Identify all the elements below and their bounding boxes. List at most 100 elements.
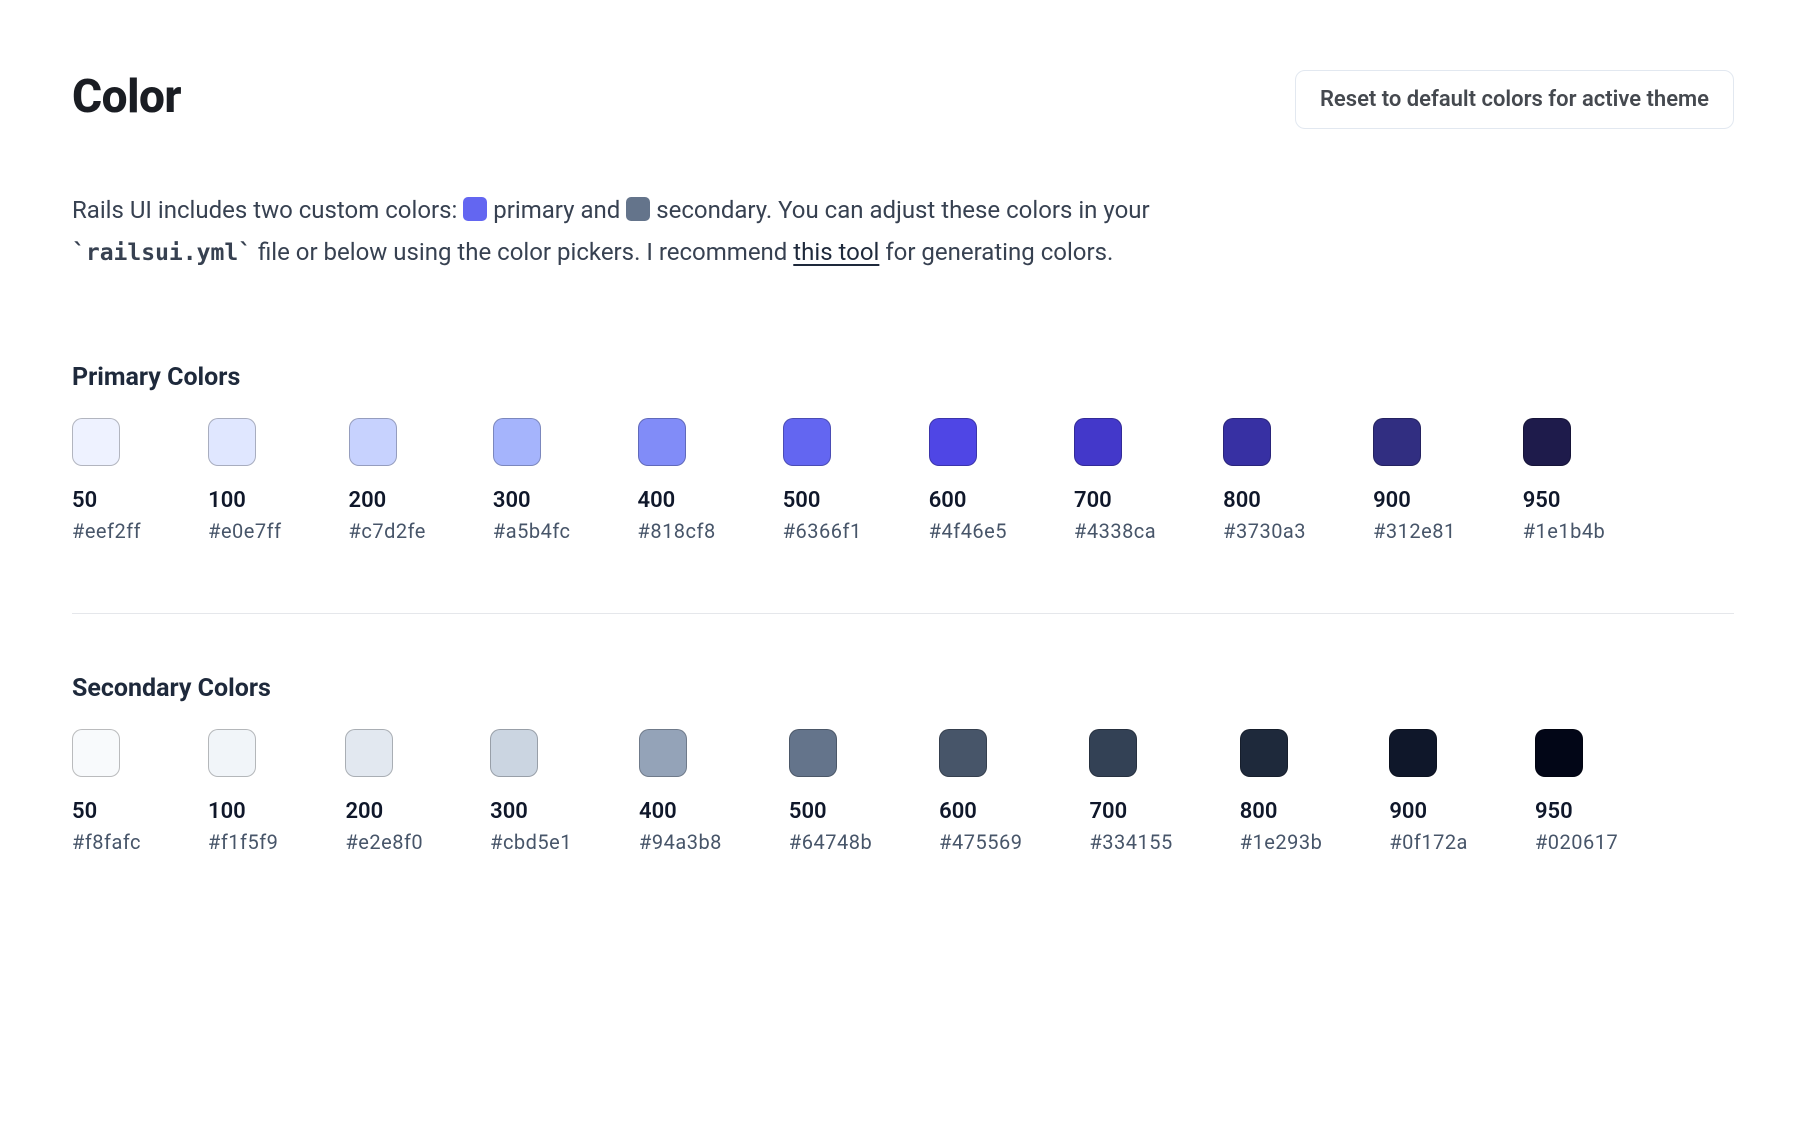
primary-swatch-600[interactable]: [929, 418, 977, 466]
swatch-shade-label: 500: [789, 799, 827, 824]
desc-text: primary and: [493, 196, 626, 224]
swatch-hex-label: #eef2ff: [72, 519, 141, 543]
swatch-hex-label: #e0e7ff: [208, 519, 281, 543]
primary-swatch-300[interactable]: [493, 418, 541, 466]
swatch-shade-label: 50: [72, 488, 97, 513]
color-swatch-cell: 800 #1e293b: [1240, 729, 1323, 854]
swatch-shade-label: 300: [493, 488, 531, 513]
swatch-shade-label: 100: [208, 799, 246, 824]
reset-colors-button[interactable]: Reset to default colors for active theme: [1295, 70, 1734, 129]
swatch-hex-label: #334155: [1089, 830, 1172, 854]
color-swatch-cell: 700 #334155: [1089, 729, 1172, 854]
color-swatch-cell: 300 #a5b4fc: [493, 418, 571, 543]
swatch-hex-label: #4f46e5: [929, 519, 1007, 543]
swatch-hex-label: #f8fafc: [72, 830, 141, 854]
secondary-swatch-900[interactable]: [1389, 729, 1437, 777]
secondary-swatch-950[interactable]: [1535, 729, 1583, 777]
secondary-swatch-700[interactable]: [1089, 729, 1137, 777]
color-swatch-cell: 400 #818cf8: [638, 418, 716, 543]
secondary-palette-row: 50 #f8fafc 100 #f1f5f9 200#e2e8f0 300 #cbd5e1 4…: [72, 729, 1734, 854]
swatch-hex-label: #475569: [939, 830, 1022, 854]
swatch-shade-label: 900: [1373, 488, 1411, 513]
secondary-colors-heading: Secondary Colors: [72, 674, 1734, 703]
color-swatch-cell: 900 #0f172a: [1389, 729, 1468, 854]
swatch-hex-label: #1e293b: [1240, 830, 1323, 854]
swatch-shade-label: 500: [783, 488, 821, 513]
secondary-swatch-400[interactable]: [639, 729, 687, 777]
swatch-shade-label: 700: [1074, 488, 1112, 513]
color-swatch-cell: 200#e2e8f0: [345, 729, 423, 854]
swatch-shade-label: 950: [1523, 488, 1561, 513]
color-swatch-cell: 500 #6366f1: [783, 418, 862, 543]
swatch-hex-label: #818cf8: [638, 519, 716, 543]
secondary-swatch-600[interactable]: [939, 729, 987, 777]
primary-swatch-900[interactable]: [1373, 418, 1421, 466]
secondary-swatch-100[interactable]: [208, 729, 256, 777]
swatch-hex-label: #94a3b8: [639, 830, 722, 854]
secondary-swatch-200[interactable]: [345, 729, 393, 777]
desc-text: secondary. You can adjust these colors i…: [656, 196, 1149, 224]
swatch-shade-label: 900: [1389, 799, 1427, 824]
swatch-hex-label: #6366f1: [783, 519, 862, 543]
description-paragraph: Rails UI includes two custom colors: pri…: [72, 189, 1332, 273]
color-swatch-cell: 50 #f8fafc: [72, 729, 141, 854]
header-row: Color Reset to default colors for active…: [72, 70, 1734, 129]
secondary-swatch-300[interactable]: [490, 729, 538, 777]
primary-swatch-800[interactable]: [1223, 418, 1271, 466]
color-swatch-cell: 950 #1e1b4b: [1523, 418, 1606, 543]
desc-text: for generating colors.: [885, 238, 1113, 266]
primary-palette-row: 50 #eef2ff 100 #e0e7ff 200#c7d2fe 300 #a5b4fc 4…: [72, 418, 1734, 543]
swatch-shade-label: 400: [639, 799, 677, 824]
color-swatch-cell: 300 #cbd5e1: [490, 729, 572, 854]
primary-swatch-50[interactable]: [72, 418, 120, 466]
swatch-shade-label: 700: [1089, 799, 1127, 824]
color-swatch-cell: 900 #312e81: [1373, 418, 1456, 543]
swatch-shade-label: 400: [638, 488, 676, 513]
swatch-hex-label: #c7d2fe: [349, 519, 426, 543]
primary-swatch-500[interactable]: [783, 418, 831, 466]
primary-swatch-700[interactable]: [1074, 418, 1122, 466]
primary-swatch-200[interactable]: [349, 418, 397, 466]
secondary-swatch-500[interactable]: [789, 729, 837, 777]
section-divider: [72, 613, 1734, 614]
page-title: Color: [72, 70, 181, 124]
swatch-shade-label: 300: [490, 799, 528, 824]
primary-swatch-400[interactable]: [638, 418, 686, 466]
config-file-name: `railsui.yml`: [72, 240, 252, 266]
swatch-shade-label: 800: [1223, 488, 1261, 513]
swatch-hex-label: #4338ca: [1074, 519, 1156, 543]
color-swatch-cell: 500 #64748b: [789, 729, 872, 854]
swatch-shade-label: 100: [208, 488, 246, 513]
color-swatch-cell: 200#c7d2fe: [349, 418, 426, 543]
secondary-swatch-800[interactable]: [1240, 729, 1288, 777]
color-swatch-cell: 600 #4f46e5: [929, 418, 1007, 543]
swatch-shade-label: 600: [929, 488, 967, 513]
color-swatch-cell: 800#3730a3: [1223, 418, 1306, 543]
secondary-colors-section: Secondary Colors 50 #f8fafc 100 #f1f5f9 200#…: [72, 674, 1734, 854]
color-tool-link[interactable]: this tool: [793, 238, 879, 266]
swatch-hex-label: #312e81: [1373, 519, 1456, 543]
swatch-shade-label: 950: [1535, 799, 1573, 824]
primary-swatch-950[interactable]: [1523, 418, 1571, 466]
primary-colors-section: Primary Colors 50 #eef2ff 100 #e0e7ff 200#c7…: [72, 363, 1734, 543]
swatch-hex-label: #f1f5f9: [208, 830, 278, 854]
primary-inline-swatch: [463, 197, 487, 221]
swatch-hex-label: #1e1b4b: [1523, 519, 1606, 543]
desc-text: file or below using the color pickers. I…: [258, 238, 793, 266]
swatch-hex-label: #a5b4fc: [493, 519, 571, 543]
color-swatch-cell: 400 #94a3b8: [639, 729, 722, 854]
color-swatch-cell: 50 #eef2ff: [72, 418, 141, 543]
color-swatch-cell: 950#020617: [1535, 729, 1618, 854]
secondary-swatch-50[interactable]: [72, 729, 120, 777]
swatch-hex-label: #64748b: [789, 830, 872, 854]
color-swatch-cell: 600 #475569: [939, 729, 1022, 854]
swatch-shade-label: 800: [1240, 799, 1278, 824]
primary-swatch-100[interactable]: [208, 418, 256, 466]
swatch-shade-label: 50: [72, 799, 97, 824]
secondary-inline-swatch: [626, 197, 650, 221]
desc-text: Rails UI includes two custom colors:: [72, 196, 463, 224]
primary-colors-heading: Primary Colors: [72, 363, 1734, 392]
swatch-hex-label: #0f172a: [1389, 830, 1468, 854]
swatch-shade-label: 600: [939, 799, 977, 824]
swatch-hex-label: #cbd5e1: [490, 830, 572, 854]
